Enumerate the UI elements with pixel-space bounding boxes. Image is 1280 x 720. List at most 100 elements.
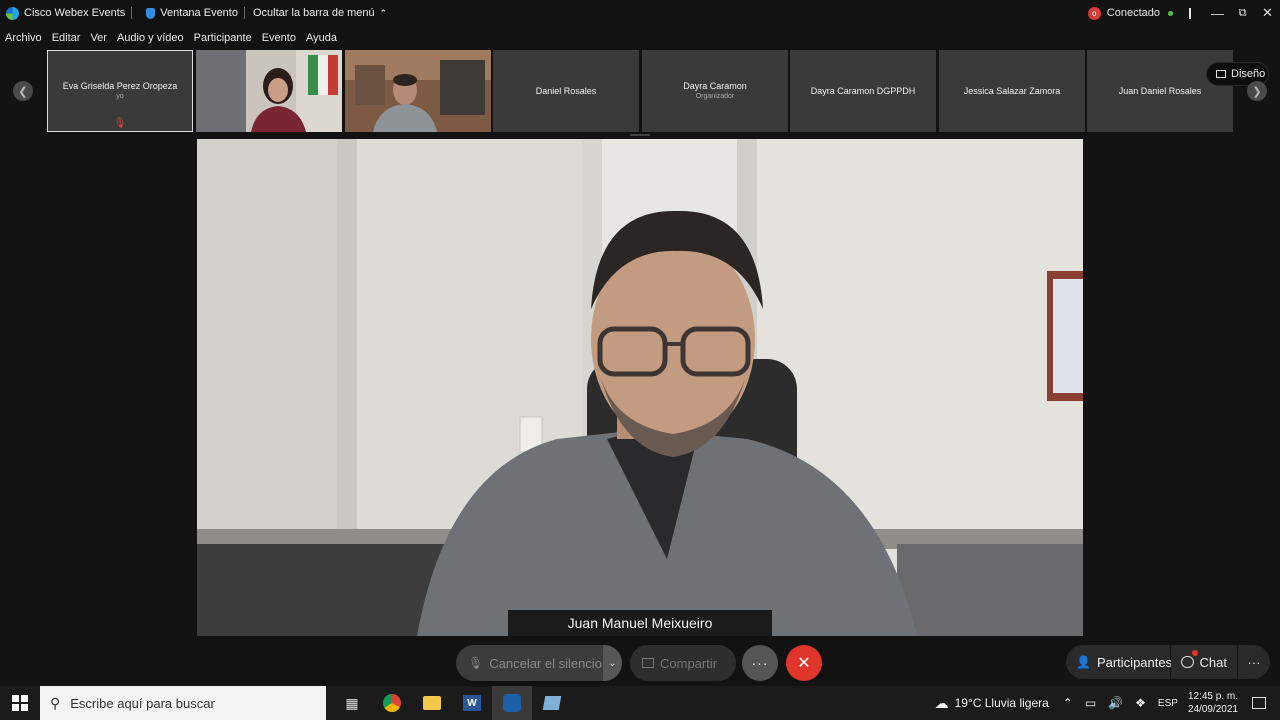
menu-audio-video[interactable]: Audio y vídeo <box>112 32 189 44</box>
menu-archivo[interactable]: Archivo <box>0 32 47 44</box>
clock-date: 24/09/2021 <box>1187 704 1238 715</box>
person-icon: 👤 <box>1076 655 1091 669</box>
menu-editar[interactable]: Editar <box>47 32 86 44</box>
battery-icon[interactable]: ▭ <box>1085 696 1096 710</box>
shield-icon <box>146 7 156 19</box>
chat-bubble-icon <box>1181 656 1194 668</box>
participants-label: Participantes <box>1096 654 1173 670</box>
menu-bar: Archivo Editar Ver Audio y vídeo Partici… <box>0 28 342 48</box>
resize-handle[interactable] <box>630 134 650 136</box>
strip-next-button[interactable]: ❯ <box>1247 81 1267 101</box>
start-button[interactable] <box>0 686 40 720</box>
clock[interactable]: 12:45 p. m. 24/09/2021 <box>1188 690 1238 716</box>
taskbar-file-explorer[interactable] <box>412 686 452 720</box>
word-icon: W <box>463 695 481 711</box>
webex-icon <box>503 694 521 712</box>
taskbar-webex[interactable] <box>492 686 532 720</box>
participant-name: Juan Daniel Rosales <box>1118 86 1202 96</box>
restore-button[interactable]: ⧉ <box>1230 0 1255 26</box>
connection-status[interactable]: Conectado <box>1107 7 1160 19</box>
notifications-icon[interactable] <box>1252 697 1266 709</box>
strip-prev-button[interactable]: ❮ <box>13 81 33 101</box>
participant-role: Organizador <box>695 93 735 100</box>
participant-video-image <box>196 50 342 132</box>
hide-menu-label: Ocultar la barra de menú <box>252 7 375 19</box>
minimize-button[interactable]: — <box>1205 0 1230 26</box>
participant-strip: ❮ Eva Griselda Perez Oropeza yo 🎙 Daniel… <box>0 50 1280 132</box>
share-button[interactable]: Compartir <box>630 645 736 681</box>
taskbar-search-input[interactable]: ⚲ Escribe aquí para buscar <box>40 686 326 720</box>
search-placeholder: Escribe aquí para buscar <box>70 695 215 711</box>
unmute-button[interactable]: 🎙 Cancelar el silencio ⌄ <box>456 645 622 681</box>
menu-participante[interactable]: Participante <box>189 32 257 44</box>
participant-video-image <box>345 50 491 132</box>
task-view-icon: ▦ <box>345 694 359 711</box>
hide-menu-button[interactable]: Ocultar la barra de menú ⌃ <box>245 7 393 19</box>
participant-name: Daniel Rosales <box>535 86 597 96</box>
document-app-icon <box>542 696 562 710</box>
participant-name: Eva Griselda Perez Oropeza <box>62 81 178 91</box>
leave-button[interactable]: ✕ <box>786 645 822 681</box>
title-bar: Cisco Webex Events Ventana Evento Oculta… <box>0 0 1280 26</box>
more-options-button[interactable]: ··· <box>742 645 778 681</box>
chat-panel-button[interactable]: Chat <box>1171 645 1237 679</box>
weather-label[interactable]: 19°C Lluvia ligera <box>955 696 1049 710</box>
menu-evento[interactable]: Evento <box>257 32 301 44</box>
audio-options-chevron-icon[interactable]: ⌄ <box>603 645 622 681</box>
event-window-button[interactable]: Ventana Evento <box>132 7 244 19</box>
participant-role: yo <box>116 93 124 100</box>
active-speaker-name: Juan Manuel Meixueiro <box>508 610 772 636</box>
chat-label: Chat <box>1199 654 1227 670</box>
share-icon <box>642 658 654 668</box>
unmute-label: Cancelar el silencio <box>489 655 602 671</box>
participant-video-tile[interactable] <box>345 50 491 132</box>
chrome-icon <box>383 694 401 712</box>
connection-icon: o <box>1087 6 1101 20</box>
participant-video-tile[interactable] <box>196 50 342 132</box>
event-window-label: Ventana Evento <box>160 7 238 19</box>
panel-more-button[interactable]: ··· <box>1238 645 1270 679</box>
system-tray: ☁ 19°C Lluvia ligera ⌃ ▭ 🔊 ❖ ESP 12:45 p… <box>935 686 1280 720</box>
divider <box>1189 7 1191 19</box>
taskbar-chrome[interactable] <box>372 686 412 720</box>
close-icon: ✕ <box>797 655 811 672</box>
share-label: Compartir <box>660 655 718 671</box>
task-view-button[interactable]: ▦ <box>332 686 372 720</box>
taskbar-word[interactable]: W <box>452 686 492 720</box>
participant-tile[interactable]: Jessica Salazar Zamora <box>939 50 1085 132</box>
chevron-up-icon[interactable]: ⌃ <box>1063 696 1073 710</box>
chevron-up-icon: ⌃ <box>379 7 388 18</box>
participant-name: Dayra Caramon DGPPDH <box>810 86 916 96</box>
participant-tile[interactable]: Dayra Caramon Organizador <box>642 50 788 132</box>
status-dot-icon <box>1168 10 1173 16</box>
volume-icon[interactable]: 🔊 <box>1108 696 1123 710</box>
participant-tile[interactable]: Juan Daniel Rosales <box>1087 50 1233 132</box>
unread-badge <box>1192 650 1198 656</box>
cloud-rain-icon: ☁ <box>934 694 949 711</box>
language-indicator[interactable]: ESP <box>1158 698 1178 709</box>
mic-muted-icon: 🎙 <box>113 118 127 129</box>
dropbox-icon[interactable]: ❖ <box>1135 696 1146 710</box>
participants-panel-button[interactable]: 👤 Participantes <box>1066 645 1173 679</box>
app-title: Cisco Webex Events <box>0 6 131 20</box>
taskbar-app[interactable] <box>532 686 572 720</box>
menu-ver[interactable]: Ver <box>85 32 112 44</box>
layout-icon <box>1216 70 1226 78</box>
participant-name: Dayra Caramon <box>683 81 747 91</box>
participant-tile[interactable]: Dayra Caramon DGPPDH <box>790 50 936 132</box>
folder-icon <box>423 696 441 710</box>
windows-taskbar: ⚲ Escribe aquí para buscar ▦ W ☁ 19°C Ll… <box>0 686 1280 720</box>
layout-label: Diseño <box>1231 68 1266 80</box>
mic-muted-icon: 🎙 <box>468 656 484 670</box>
clock-time: 12:45 p. m. <box>1187 691 1238 702</box>
participant-name: Jessica Salazar Zamora <box>963 86 1061 96</box>
windows-logo-icon <box>12 695 28 711</box>
app-name: Cisco Webex Events <box>24 7 126 19</box>
webex-logo-icon <box>6 6 19 20</box>
self-tile[interactable]: Eva Griselda Perez Oropeza yo 🎙 <box>47 50 193 132</box>
search-icon: ⚲ <box>50 694 61 711</box>
menu-ayuda[interactable]: Ayuda <box>301 32 342 44</box>
participant-tile[interactable]: Daniel Rosales <box>493 50 639 132</box>
close-button[interactable]: ✕ <box>1255 0 1280 26</box>
speaker-video-image <box>197 139 1083 636</box>
